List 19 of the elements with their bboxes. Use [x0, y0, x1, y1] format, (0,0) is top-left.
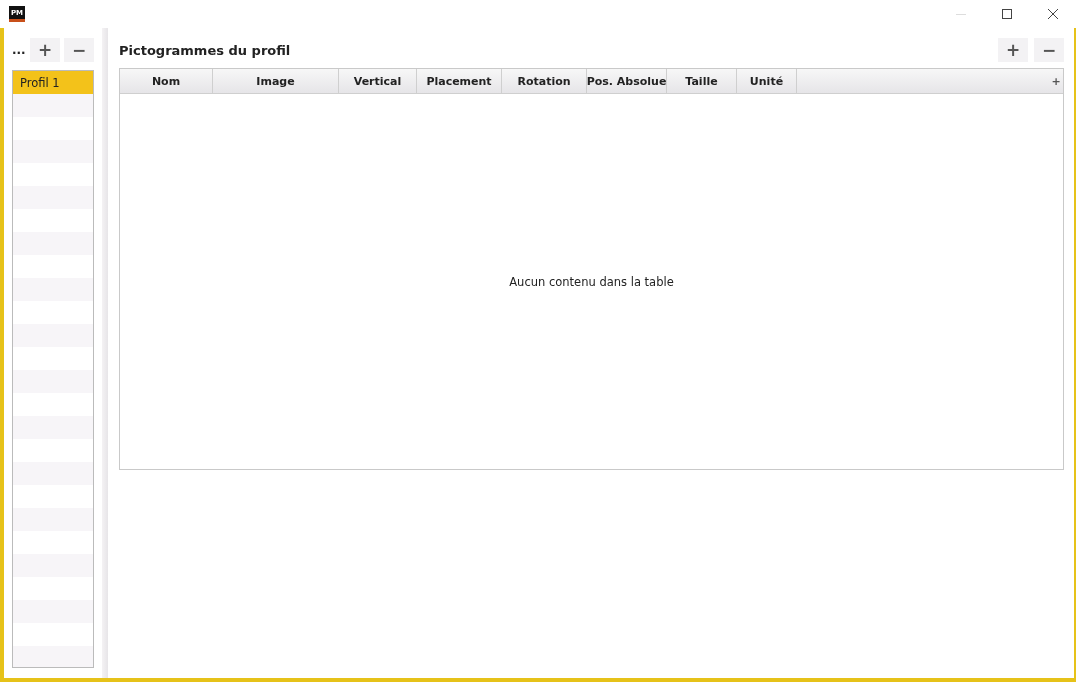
column-header[interactable]: Unité	[737, 69, 797, 93]
section-title: Pictogrammes du profil	[119, 42, 292, 58]
remove-button[interactable]: −	[64, 38, 94, 62]
maximize-icon[interactable]	[1002, 9, 1012, 19]
column-header[interactable]: Rotation	[502, 69, 587, 93]
column-header[interactable]: Taille	[667, 69, 737, 93]
add-button[interactable]: +	[998, 38, 1028, 62]
column-header[interactable]: Pos. Absolue	[587, 69, 667, 93]
column-header[interactable]: Image	[213, 69, 339, 93]
add-button[interactable]: +	[30, 38, 60, 62]
panel-label: ...	[12, 43, 26, 57]
column-header[interactable]: Nom	[120, 69, 213, 93]
remove-button[interactable]: −	[1034, 38, 1064, 62]
profile-item[interactable]: Profil 1	[13, 71, 93, 94]
column-header[interactable]: Placement	[417, 69, 502, 93]
empty-table-message: Aucun contenu dans la table	[509, 274, 674, 289]
column-header[interactable]: Vertical	[339, 69, 417, 93]
close-icon[interactable]	[1048, 9, 1058, 19]
column-menu-button[interactable]: +	[1049, 69, 1063, 93]
